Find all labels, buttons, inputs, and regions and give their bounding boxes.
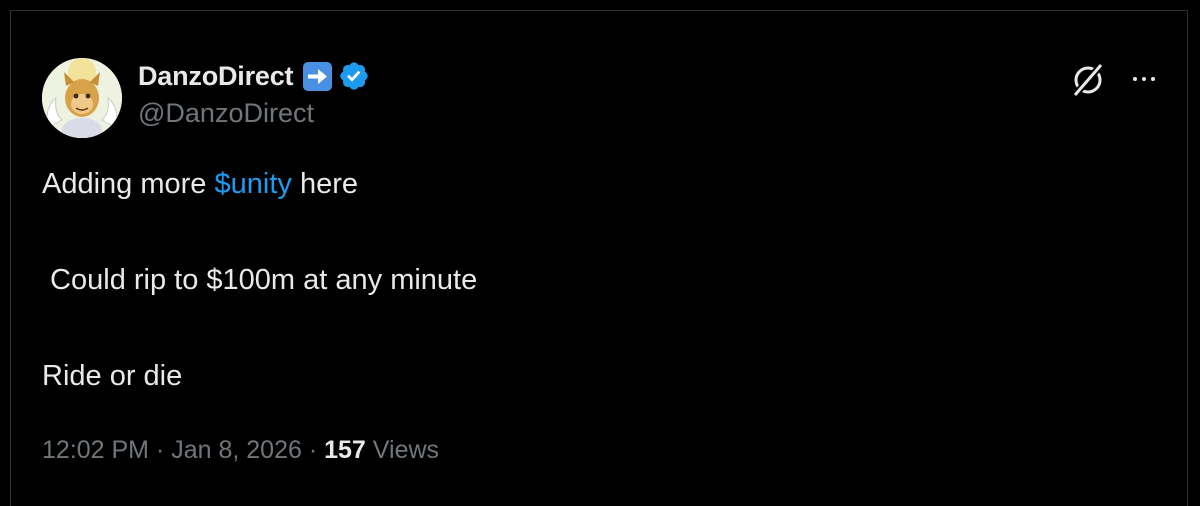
tweet-text-line-3: Ride or die <box>42 360 183 392</box>
author-avatar[interactable] <box>42 58 122 138</box>
more-dot <box>1142 77 1146 81</box>
tweet-text-prefix: Adding more <box>42 168 215 200</box>
tweet-meta: 12:02 PM · Jan 8, 2026 · 157 Views <box>42 436 439 465</box>
tweet-text-line-2: Could rip to $100m at any minute <box>42 264 478 296</box>
cashtag-link[interactable]: $unity <box>215 168 292 200</box>
verified-badge-icon[interactable] <box>338 60 370 92</box>
author-name-row: DanzoDirect <box>138 58 370 94</box>
meta-separator: · <box>301 436 325 464</box>
more-options-icon[interactable] <box>1124 64 1164 94</box>
author-display-name[interactable]: DanzoDirect <box>138 61 294 92</box>
views-label: Views <box>365 436 440 464</box>
tweet-time[interactable]: 12:02 PM <box>42 436 149 464</box>
meta-separator: · <box>149 436 172 464</box>
more-dot <box>1133 77 1137 81</box>
tweet-text-line-1: Adding more $unity here <box>42 168 358 201</box>
author-handle[interactable]: @DanzoDirect <box>138 98 314 129</box>
more-dot <box>1151 77 1155 81</box>
views-count[interactable]: 157 <box>324 436 366 464</box>
right-arrow-emoji-icon <box>303 61 333 91</box>
tweet-text-suffix: here <box>291 168 358 200</box>
tweet-date[interactable]: Jan 8, 2026 <box>171 436 302 464</box>
grok-icon[interactable] <box>1068 60 1108 100</box>
avatar-image <box>42 58 122 138</box>
